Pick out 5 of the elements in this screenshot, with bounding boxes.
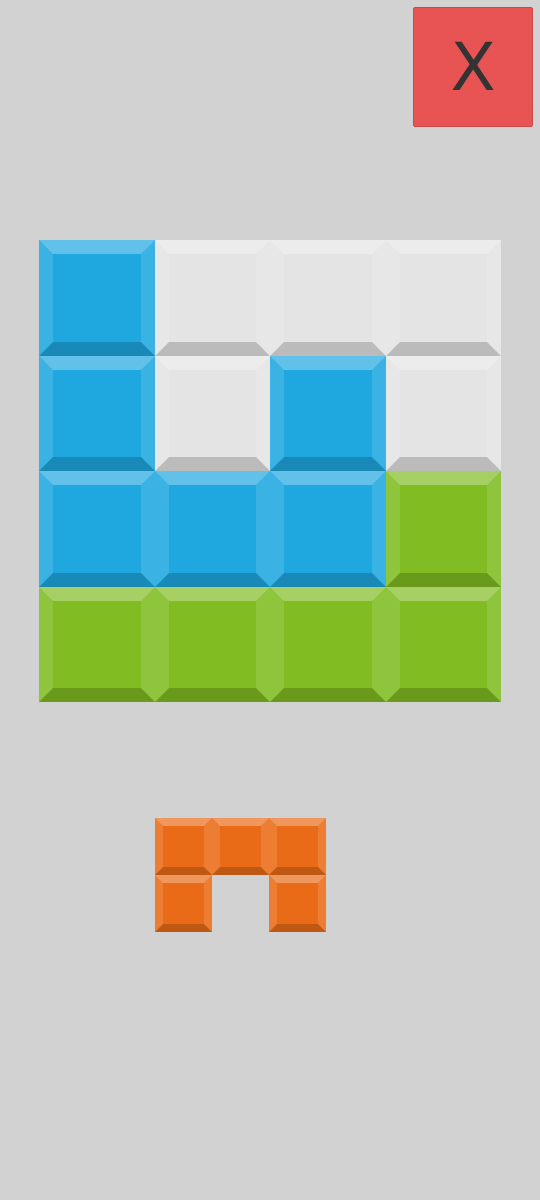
close-button[interactable]: X [413, 7, 533, 127]
piece-block[interactable] [155, 875, 212, 932]
piece-block[interactable] [269, 875, 326, 932]
piece-block[interactable] [155, 818, 212, 875]
piece-block[interactable] [269, 818, 326, 875]
